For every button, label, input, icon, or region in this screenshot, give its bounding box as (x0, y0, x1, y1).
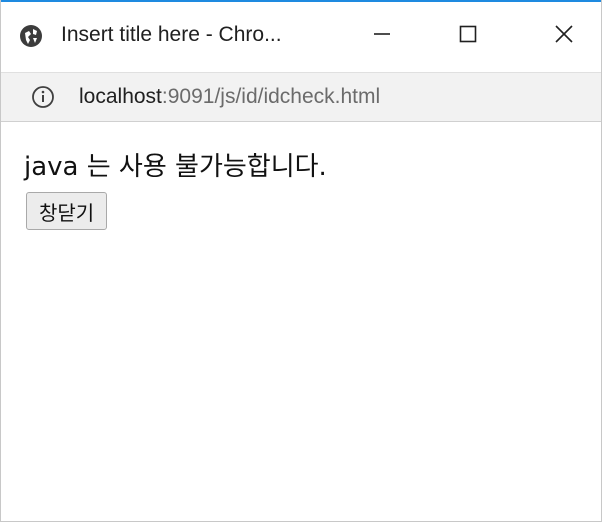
url-path: :9091/js/id/idcheck.html (161, 85, 381, 108)
close-window-button[interactable] (541, 16, 587, 56)
close-icon (554, 24, 574, 48)
window-title: Insert title here - Chro... (61, 23, 282, 46)
maximize-button[interactable] (445, 16, 491, 56)
url-host: localhost (79, 85, 162, 108)
address-bar[interactable]: localhost:9091/js/id/idcheck.html (1, 72, 601, 122)
minimize-icon (372, 24, 392, 48)
page-content: java 는 사용 불가능합니다. 창닫기 (1, 122, 601, 521)
maximize-icon (458, 24, 478, 48)
url-text[interactable]: localhost:9091/js/id/idcheck.html (79, 83, 380, 111)
info-icon[interactable] (31, 85, 55, 109)
title-bar[interactable]: Insert title here - Chro... (1, 0, 601, 72)
minimize-button[interactable] (359, 16, 405, 56)
globe-icon (19, 24, 43, 48)
browser-popup-window: Insert title here - Chro... localhost:90… (0, 0, 602, 522)
close-window-page-button[interactable]: 창닫기 (26, 192, 108, 230)
availability-message: java 는 사용 불가능합니다. (24, 152, 327, 182)
